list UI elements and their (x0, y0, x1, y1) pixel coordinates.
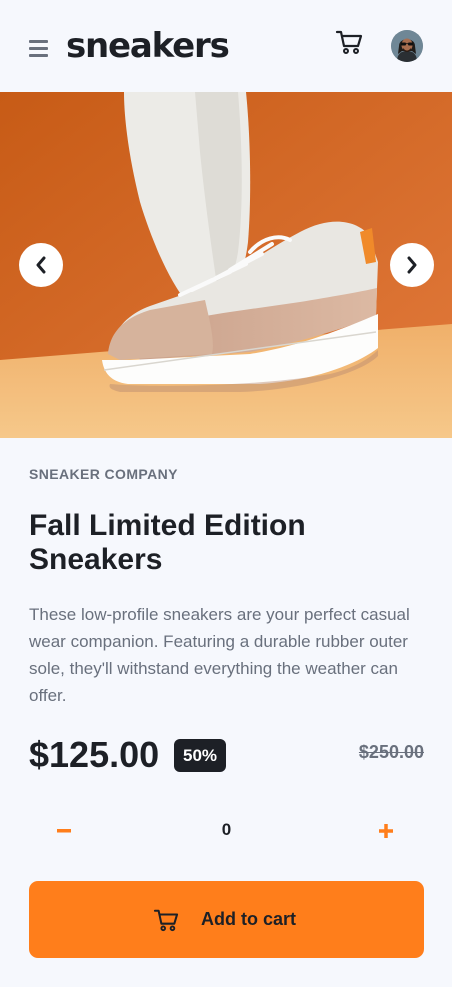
avatar[interactable] (391, 30, 423, 62)
product-description: These low-profile sneakers are your perf… (29, 605, 410, 705)
header: sneakers (0, 0, 452, 92)
product-page: sneakers SNEAKER COMPANY Fall Limited Ed… (0, 0, 452, 987)
logo[interactable]: sneakers (66, 24, 230, 68)
current-price: $125.00 (29, 734, 160, 775)
menu-icon[interactable] (29, 39, 48, 58)
original-price: $250.00 (358, 742, 424, 762)
chevron-right-icon (407, 256, 417, 274)
add-to-cart-label: Add to cart (200, 909, 296, 929)
quantity-stepper: 0 (29, 806, 424, 856)
cart-icon[interactable] (335, 29, 363, 55)
next-image-button[interactable] (390, 243, 434, 287)
product-image (0, 92, 452, 438)
cart-icon (153, 909, 179, 931)
product-title: Fall Limited Edition Sneakers (29, 509, 306, 576)
sneaker-image (0, 92, 452, 438)
add-to-cart-button[interactable]: Add to cart (29, 881, 424, 958)
discount-badge: 50% (174, 739, 227, 772)
plus-icon (379, 824, 393, 838)
increase-quantity-button[interactable] (361, 806, 411, 856)
chevron-left-icon (36, 256, 46, 274)
previous-image-button[interactable] (19, 243, 63, 287)
company-name: SNEAKER COMPANY (29, 466, 178, 482)
